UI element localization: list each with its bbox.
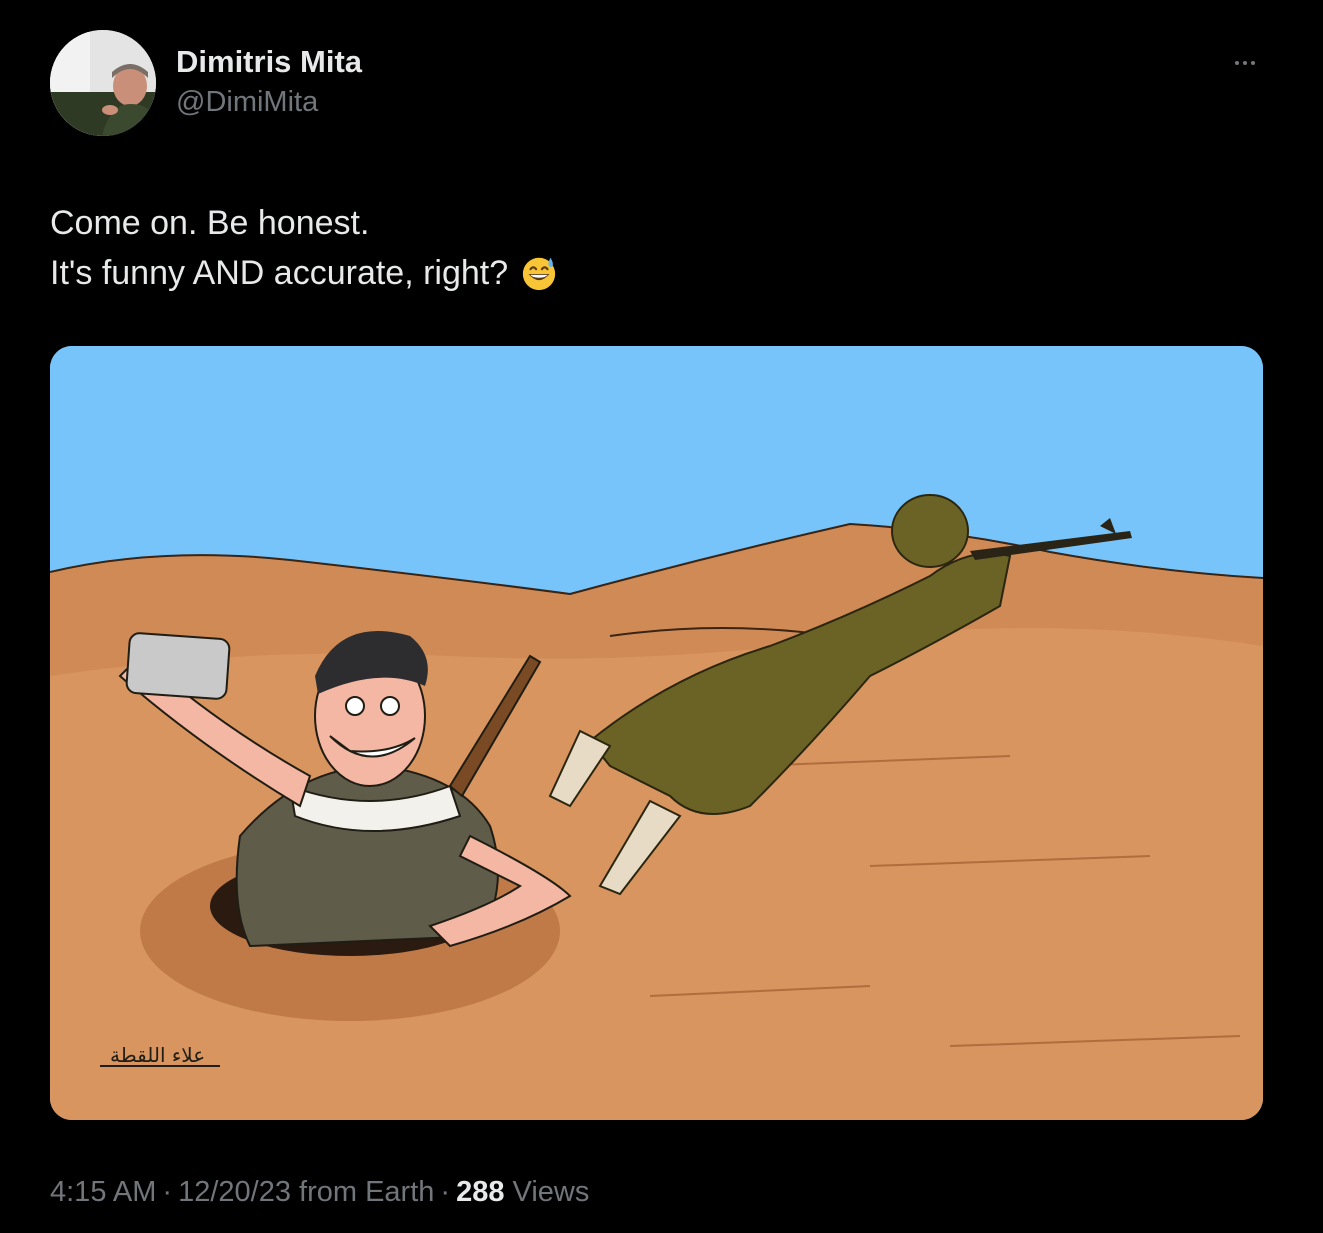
separator: · — [162, 1176, 173, 1208]
more-horizontal-icon — [1235, 61, 1239, 65]
tweet-card: Dimitris Mita @DimiMita Come on. Be hone… — [0, 0, 1323, 1233]
user-handle[interactable]: @DimiMita — [176, 82, 362, 122]
cartoon-image: علاء اللقطة — [50, 346, 1263, 1120]
tweet-media-image[interactable]: علاء اللقطة — [50, 346, 1263, 1120]
tweet-metadata: 4:15 AM · 12/20/23 from Earth · 288 Views — [50, 1170, 589, 1214]
tweet-date-source: 12/20/23 from Earth — [178, 1176, 435, 1208]
author-info: Dimitris Mita @DimiMita — [176, 42, 362, 122]
user-photo-icon — [50, 30, 156, 136]
more-dot — [1251, 61, 1255, 65]
avatar[interactable] — [50, 30, 156, 136]
artist-signature: علاء اللقطة — [110, 1043, 205, 1067]
grinning-face-with-sweat-icon — [523, 257, 556, 291]
tweet-line: It's funny AND accurate, right? — [50, 254, 509, 292]
tweet-time[interactable]: 4:15 AM — [50, 1176, 156, 1208]
views-count[interactable]: 288 — [456, 1176, 504, 1208]
more-dot — [1243, 61, 1247, 65]
views-label[interactable]: Views — [513, 1176, 590, 1208]
more-options-button[interactable] — [1222, 46, 1268, 80]
display-name[interactable]: Dimitris Mita — [176, 42, 362, 82]
tweet-line: Come on. Be honest. — [50, 204, 370, 242]
separator: · — [440, 1176, 451, 1208]
tweet-text: Come on. Be honest. It's funny AND accur… — [50, 198, 558, 298]
tweet-line-with-emoji: It's funny AND accurate, right? — [50, 248, 558, 298]
